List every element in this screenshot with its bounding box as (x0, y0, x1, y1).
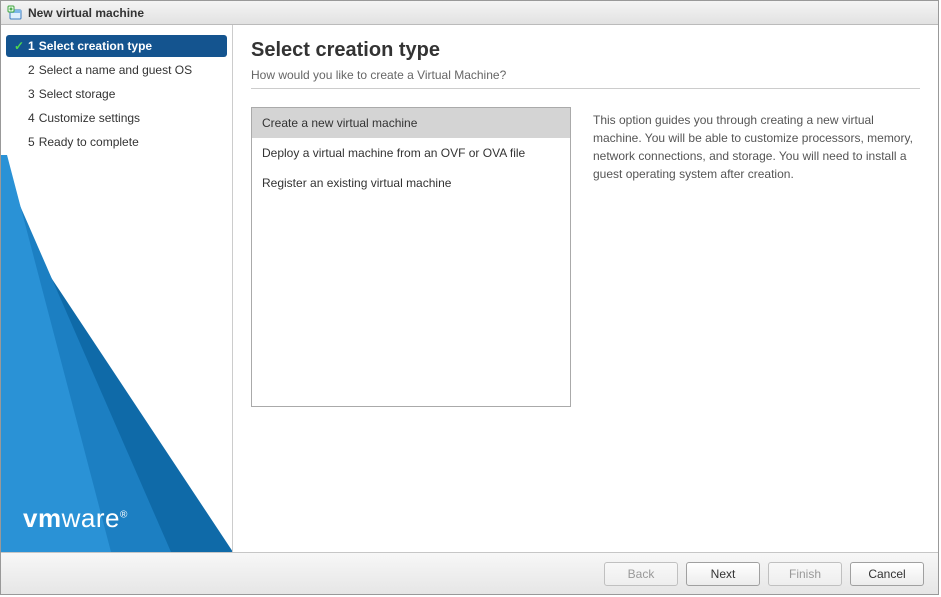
sidebar-art: vmware® (1, 155, 232, 552)
logo-registered: ® (120, 509, 128, 520)
wizard-footer: Back Next Finish Cancel (1, 552, 938, 594)
step-customize-settings[interactable]: ✓ 4 Customize settings (6, 107, 227, 129)
option-description: This option guides you through creating … (593, 107, 920, 542)
content-columns: Create a new virtual machine Deploy a vi… (251, 107, 920, 542)
option-label: Deploy a virtual machine from an OVF or … (262, 146, 525, 160)
step-label: Select a name and guest OS (39, 63, 192, 77)
titlebar: New virtual machine (1, 1, 938, 25)
finish-button[interactable]: Finish (768, 562, 842, 586)
next-button[interactable]: Next (686, 562, 760, 586)
creation-options-list: Create a new virtual machine Deploy a vi… (251, 107, 571, 407)
step-label: Select storage (39, 87, 116, 101)
page-subtitle: How would you like to create a Virtual M… (251, 68, 920, 82)
step-number: 4 (28, 111, 35, 125)
step-label: Select creation type (39, 39, 152, 53)
option-label: Register an existing virtual machine (262, 176, 451, 190)
vmware-logo: vmware® (23, 503, 128, 534)
divider (251, 88, 920, 89)
logo-ware: ware (62, 503, 120, 533)
option-label: Create a new virtual machine (262, 116, 417, 130)
step-select-name-guest-os[interactable]: ✓ 2 Select a name and guest OS (6, 59, 227, 81)
checkmark-icon: ✓ (12, 39, 26, 53)
option-register-existing-vm[interactable]: Register an existing virtual machine (252, 168, 570, 198)
step-number: 5 (28, 135, 35, 149)
back-button[interactable]: Back (604, 562, 678, 586)
cancel-button[interactable]: Cancel (850, 562, 924, 586)
step-select-storage[interactable]: ✓ 3 Select storage (6, 83, 227, 105)
new-vm-icon (7, 5, 23, 21)
option-deploy-ovf-ova[interactable]: Deploy a virtual machine from an OVF or … (252, 138, 570, 168)
logo-vm: vm (23, 503, 62, 533)
step-number: 1 (28, 39, 35, 53)
step-label: Customize settings (39, 111, 140, 125)
wizard-dialog: New virtual machine ✓ 1 Select creation … (0, 0, 939, 595)
step-ready-to-complete[interactable]: ✓ 5 Ready to complete (6, 131, 227, 153)
step-number: 2 (28, 63, 35, 77)
step-select-creation-type[interactable]: ✓ 1 Select creation type (6, 35, 227, 57)
step-label: Ready to complete (39, 135, 139, 149)
dialog-body: ✓ 1 Select creation type ✓ 2 Select a na… (1, 25, 938, 552)
option-create-new-vm[interactable]: Create a new virtual machine (252, 108, 570, 138)
wizard-main: Select creation type How would you like … (233, 25, 938, 552)
wizard-steps: ✓ 1 Select creation type ✓ 2 Select a na… (1, 25, 232, 155)
page-title: Select creation type (251, 39, 920, 62)
step-number: 3 (28, 87, 35, 101)
titlebar-text: New virtual machine (28, 6, 144, 20)
wizard-sidebar: ✓ 1 Select creation type ✓ 2 Select a na… (1, 25, 233, 552)
